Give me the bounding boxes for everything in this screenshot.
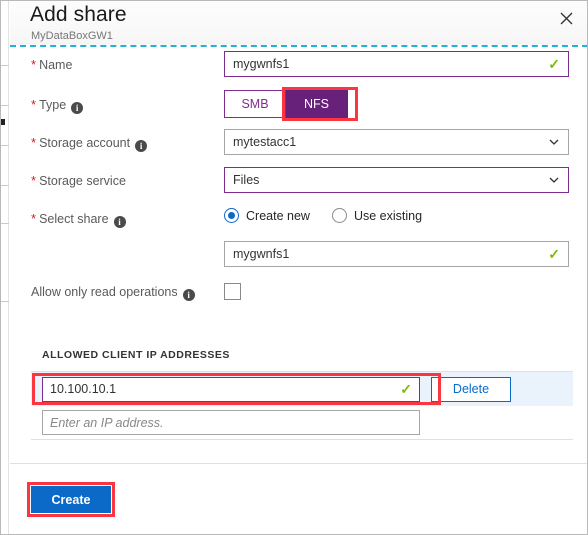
radio-create-new-label: Create new — [246, 208, 310, 223]
label-read-only: Allow only read operations i — [31, 285, 195, 301]
info-icon[interactable]: i — [113, 216, 126, 228]
ip-address-value: 10.100.10.1 — [50, 382, 117, 396]
type-option-nfs[interactable]: NFS — [286, 90, 348, 118]
page-subtitle: MyDataBoxGW1 — [31, 30, 113, 42]
type-toggle-group: SMB NFS — [224, 90, 348, 118]
valid-check-icon: ✓ — [548, 246, 560, 262]
required-asterisk: * — [31, 135, 37, 150]
valid-check-icon: ✓ — [400, 381, 412, 397]
delete-ip-button[interactable]: Delete — [431, 376, 511, 402]
allowed-ip-section-title: ALLOWED CLIENT IP ADDRESSES — [42, 349, 230, 361]
required-asterisk: * — [31, 173, 37, 188]
info-icon[interactable]: i — [135, 140, 148, 152]
label-storage-service: * Storage service — [31, 173, 126, 188]
required-asterisk: * — [31, 97, 37, 112]
field-row-storage-account: * Storage account i mytestacc1 — [10, 125, 587, 163]
radio-dot — [331, 208, 347, 223]
label-name: * Name — [31, 57, 73, 72]
radio-use-existing-label: Use existing — [353, 208, 423, 223]
blade-header: Add share MyDataBoxGW1 — [10, 1, 587, 45]
valid-check-icon: ✓ — [548, 56, 560, 72]
name-input-value: mygwnfs1 — [233, 57, 290, 71]
blade-left-rail — [1, 1, 9, 534]
ip-table-new-row[interactable]: Enter an IP address. — [31, 406, 573, 440]
storage-service-dropdown[interactable]: Files — [224, 167, 569, 193]
field-row-read-only: Allow only read operations i — [10, 275, 587, 313]
radio-use-existing[interactable]: Use existing — [331, 208, 423, 223]
share-form: * Name mygwnfs1 ✓ * Type i SMB NFS * Storage… — [10, 47, 587, 313]
blade-resize-handle[interactable] — [1, 119, 5, 125]
share-name-value: mygwnfs1 — [233, 247, 290, 261]
allowed-ip-table: 10.100.10.1 ✓ Delete Enter an IP address… — [31, 371, 573, 440]
label-storage-account: * Storage account i — [31, 135, 148, 152]
field-row-type: * Type i SMB NFS — [10, 87, 587, 125]
storage-account-dropdown[interactable]: mytestacc1 — [224, 129, 569, 155]
field-row-storage-service: * Storage service Files — [10, 163, 587, 201]
chevron-down-icon — [548, 174, 560, 186]
share-name-input[interactable]: mygwnfs1 ✓ — [224, 241, 569, 267]
storage-service-value: Files — [233, 173, 260, 187]
new-ip-address-input[interactable]: Enter an IP address. — [42, 410, 420, 435]
create-button[interactable]: Create — [31, 486, 111, 513]
chevron-down-icon — [548, 136, 560, 148]
field-row-select-share: * Select share i Create new Use existing — [10, 201, 587, 237]
footer-separator — [10, 463, 587, 464]
required-asterisk: * — [31, 57, 37, 72]
new-ip-placeholder: Enter an IP address. — [50, 415, 164, 430]
page-title: Add share — [30, 3, 127, 26]
ip-address-input[interactable]: 10.100.10.1 ✓ — [42, 376, 420, 402]
add-share-blade: Add share MyDataBoxGW1 *Name mygwnfs1 ✓ — [0, 0, 588, 535]
label-select-share: * Select share i — [31, 211, 126, 228]
radio-create-new[interactable]: Create new — [224, 208, 310, 223]
select-share-radio-group: Create new Use existing — [224, 208, 422, 223]
info-icon[interactable]: i — [71, 102, 84, 114]
field-row-name: * Name mygwnfs1 ✓ — [10, 47, 587, 87]
label-type: * Type i — [31, 97, 84, 114]
info-icon[interactable]: i — [182, 289, 195, 301]
storage-account-value: mytestacc1 — [233, 135, 297, 149]
close-icon — [560, 12, 573, 25]
required-asterisk: * — [31, 211, 37, 226]
name-input[interactable]: mygwnfs1 ✓ — [224, 51, 569, 77]
close-button[interactable] — [552, 5, 580, 31]
radio-dot — [224, 208, 239, 223]
type-option-smb[interactable]: SMB — [224, 90, 286, 118]
field-row-share-name: mygwnfs1 ✓ — [10, 237, 587, 275]
read-only-checkbox[interactable] — [224, 283, 241, 300]
ip-table-row[interactable]: 10.100.10.1 ✓ Delete — [31, 372, 573, 406]
